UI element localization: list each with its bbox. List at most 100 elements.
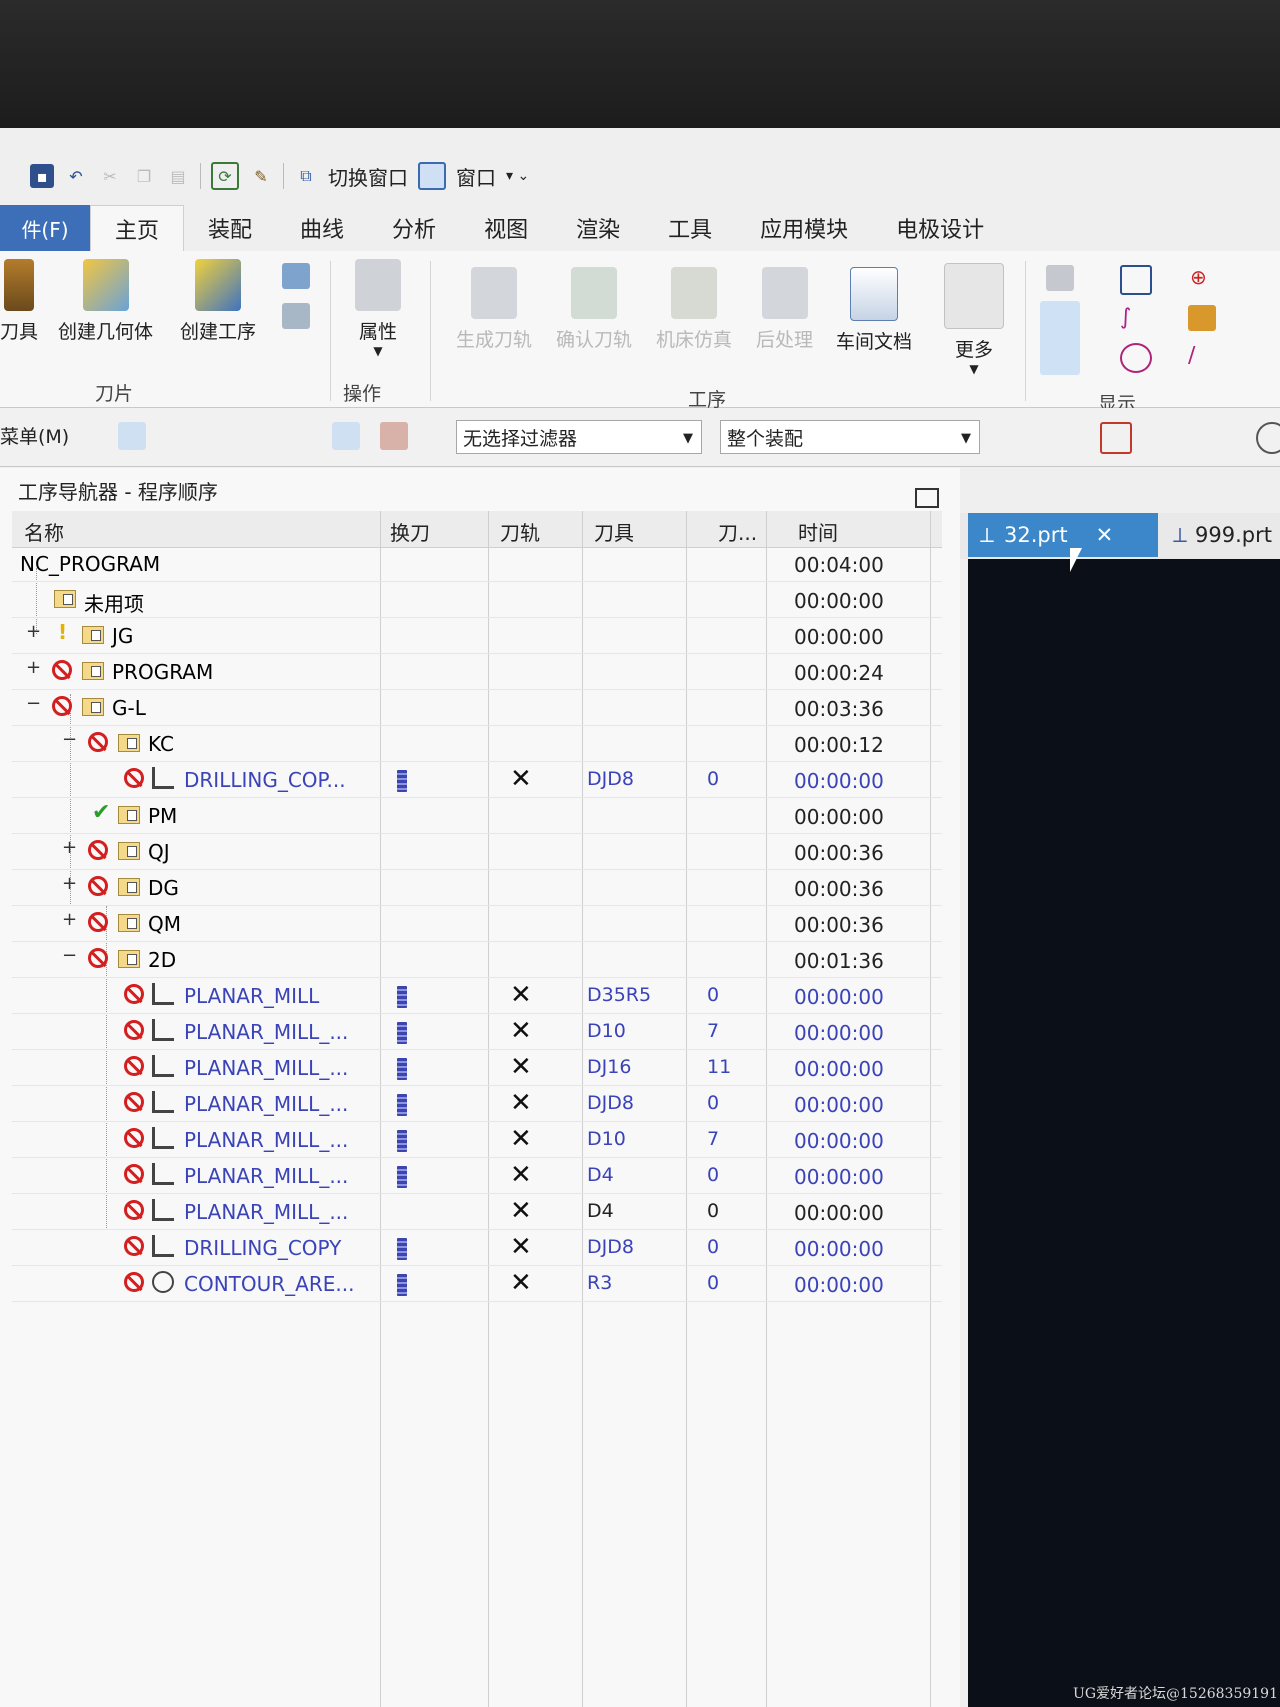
geometry-view-icon[interactable] <box>212 422 240 450</box>
scope-dropdown[interactable]: 整个装配 ▼ <box>720 420 980 454</box>
tab-view[interactable]: 视图 <box>460 205 552 251</box>
selection-filter-dropdown[interactable]: 无选择过滤器 ▼ <box>456 420 702 454</box>
row-tool: D4 <box>587 1200 614 1222</box>
collapse-icon[interactable]: − <box>62 729 77 750</box>
tab-render[interactable]: 渲染 <box>552 205 644 251</box>
postprocess-button[interactable]: 后处理 <box>756 267 813 352</box>
tab-tools[interactable]: 工具 <box>644 205 736 251</box>
table-row[interactable]: 未用项 00:00:00 <box>12 584 942 618</box>
table-row[interactable]: CONTOUR_ARE... ✕ R3 0 00:00:00 <box>12 1268 942 1302</box>
display-option-icon[interactable]: ⊕ <box>1190 265 1218 291</box>
table-row[interactable]: + QM 00:00:36 <box>12 908 942 942</box>
tab-application[interactable]: 应用模块 <box>736 205 872 251</box>
expand-icon[interactable]: + <box>62 837 77 858</box>
graphics-viewport[interactable] <box>968 559 1280 1707</box>
row-time: 00:00:36 <box>794 841 884 865</box>
tab-home[interactable]: 主页 <box>90 204 185 252</box>
col-time[interactable]: 时间 <box>798 517 838 546</box>
col-toolno[interactable]: 刀... <box>718 517 757 546</box>
tab-assembly[interactable]: 装配 <box>184 205 276 251</box>
repeat-command-icon[interactable]: ⟳ <box>211 162 239 190</box>
tab-electrode-design[interactable]: 电极设计 <box>872 205 1008 251</box>
table-row[interactable]: + QJ 00:00:36 <box>12 836 942 870</box>
small-tool-icon[interactable] <box>282 263 310 289</box>
maximize-icon[interactable] <box>915 488 939 508</box>
copy-icon[interactable]: ❐ <box>132 164 156 188</box>
touch-mode-icon[interactable]: ✎ <box>249 164 273 188</box>
table-row[interactable]: − G-L 00:03:36 <box>12 692 942 726</box>
table-row[interactable]: PLANAR_MILL_... ✕ D4 0 00:00:00 <box>12 1196 942 1230</box>
expand-icon[interactable]: + <box>26 621 41 642</box>
table-row[interactable]: + DG 00:00:36 <box>12 872 942 906</box>
col-toolchange[interactable]: 换刀 <box>390 517 430 546</box>
table-row[interactable]: PLANAR_MILL_... ✕ D10 7 00:00:00 <box>12 1124 942 1158</box>
tab-file[interactable]: 件(F) <box>0 205 90 251</box>
table-row[interactable]: PLANAR_MILL_... ✕ D10 7 00:00:00 <box>12 1016 942 1050</box>
snap-point-icon[interactable] <box>1256 422 1280 454</box>
more-icon <box>944 263 1004 329</box>
display-option-icon[interactable] <box>1046 265 1074 291</box>
machine-tool-view-icon[interactable] <box>168 422 196 450</box>
expand-icon[interactable]: + <box>62 873 77 894</box>
table-row[interactable]: − KC 00:00:12 <box>12 728 942 762</box>
switch-window-label[interactable]: 切换窗口 <box>328 162 408 191</box>
table-row[interactable]: DRILLING_COP... ✕ DJD8 0 00:00:00 <box>12 764 942 798</box>
machine-simulation-label: 机床仿真 <box>656 329 733 351</box>
collapse-icon[interactable]: − <box>26 693 41 714</box>
small-tool-icon[interactable] <box>282 303 310 329</box>
line-display-icon[interactable]: ∕ <box>1188 343 1216 369</box>
operation-filter-icon[interactable] <box>380 422 408 450</box>
display-option-icon[interactable] <box>1120 265 1152 295</box>
display-option-icon[interactable] <box>1040 301 1080 375</box>
chevron-down-icon[interactable]: ▾ ⌄ <box>506 168 529 184</box>
tab-32-prt[interactable]: ⟂ 32.prt ✕ <box>968 513 1158 557</box>
point-display-icon[interactable] <box>1120 343 1152 373</box>
paste-icon[interactable]: ▤ <box>166 164 190 188</box>
col-tool[interactable]: 刀具 <box>594 517 634 546</box>
create-geometry-button[interactable]: 创建几何体 <box>58 259 153 344</box>
row-name: QM <box>148 912 181 936</box>
window-icon[interactable] <box>418 162 446 190</box>
table-row[interactable]: PLANAR_MILL_... ✕ DJD8 0 00:00:00 <box>12 1088 942 1122</box>
display-option-icon[interactable] <box>1188 305 1216 331</box>
undo-icon[interactable]: ↶ <box>64 164 88 188</box>
program-order-view-icon[interactable] <box>118 422 146 450</box>
expand-icon[interactable]: + <box>26 657 41 678</box>
generate-toolpath-button[interactable]: 生成刀轨 <box>456 267 532 352</box>
menu-button[interactable]: 菜单(M) <box>0 422 69 449</box>
snap-icon[interactable] <box>1100 422 1132 454</box>
expand-icon[interactable]: + <box>62 909 77 930</box>
table-row[interactable]: DRILLING_COPY ✕ DJD8 0 00:00:00 <box>12 1232 942 1266</box>
table-row[interactable]: PLANAR_MILL ✕ D35R5 0 00:00:00 <box>12 980 942 1014</box>
table-row[interactable]: NC_PROGRAM 00:04:00 <box>12 548 942 582</box>
properties-button[interactable]: 属性 ▼ <box>355 259 401 358</box>
geometry-icon <box>82 259 129 311</box>
switch-window-icon[interactable]: ⧉ <box>294 164 318 188</box>
tab-analysis[interactable]: 分析 <box>368 205 460 251</box>
row-time: 00:00:00 <box>794 769 884 793</box>
table-row[interactable]: + ! JG 00:00:00 <box>12 620 942 654</box>
table-row[interactable]: − 2D 00:01:36 <box>12 944 942 978</box>
tab-curve[interactable]: 曲线 <box>276 205 368 251</box>
table-row[interactable]: ✔ PM 00:00:00 <box>12 800 942 834</box>
cut-icon[interactable]: ✂ <box>98 164 122 188</box>
shop-documentation-button[interactable]: 车间文档 <box>836 267 912 354</box>
collapse-icon[interactable]: − <box>62 945 77 966</box>
toolpath-filter-icon[interactable] <box>332 422 360 450</box>
col-name[interactable]: 名称 <box>24 517 64 546</box>
window-menu-label[interactable]: 窗口 <box>456 162 496 191</box>
more-button[interactable]: 更多 ▼ <box>944 263 1004 376</box>
table-row[interactable]: + PROGRAM 00:00:24 <box>12 656 942 690</box>
machine-simulation-button[interactable]: 机床仿真 <box>656 267 732 352</box>
create-operation-button[interactable]: 创建工序 <box>180 259 256 344</box>
verify-toolpath-button[interactable]: 确认刀轨 <box>556 267 632 352</box>
tab-999-prt[interactable]: ⟂ 999.prt <box>1165 513 1280 557</box>
create-tool-button[interactable]: 刀具 <box>0 259 38 344</box>
table-row[interactable]: PLANAR_MILL_... ✕ DJ16 11 00:00:00 <box>12 1052 942 1086</box>
save-icon[interactable]: ▪ <box>30 164 54 188</box>
col-path[interactable]: 刀轨 <box>500 517 540 546</box>
close-icon[interactable]: ✕ <box>1096 523 1114 547</box>
table-row[interactable]: PLANAR_MILL_... ✕ D4 0 00:00:00 <box>12 1160 942 1194</box>
method-view-icon[interactable] <box>258 422 286 450</box>
curve-display-icon[interactable]: ∫ <box>1120 305 1148 331</box>
